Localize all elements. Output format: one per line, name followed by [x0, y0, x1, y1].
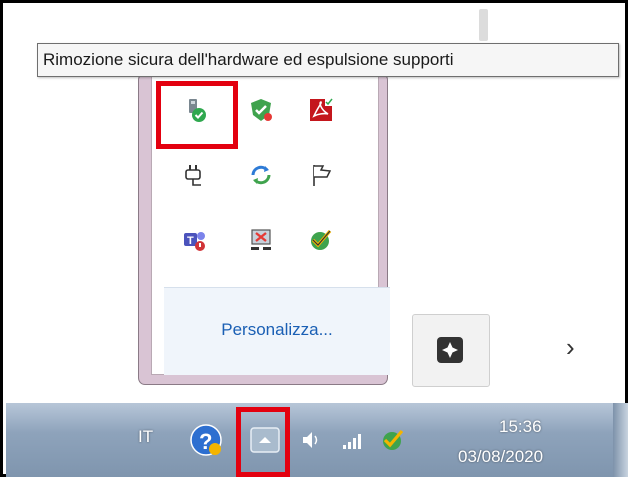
check-badge-icon[interactable]: [380, 427, 406, 453]
tray-footer: Personalizza...: [164, 287, 390, 375]
pin-icon[interactable]: [435, 335, 465, 365]
clock-time[interactable]: 15:36: [499, 417, 542, 437]
clock-date[interactable]: 03/08/2020: [458, 447, 543, 467]
taskbar: IT ? 15:36 03/08/2020: [6, 403, 628, 477]
customize-link[interactable]: Personalizza...: [164, 320, 390, 340]
highlight-safely-remove-icon: [156, 81, 238, 149]
chevron-right-icon[interactable]: ›: [566, 332, 575, 363]
side-panel: [412, 314, 490, 387]
volume-icon[interactable]: [301, 429, 323, 451]
scrollbar-thumb[interactable]: [479, 9, 488, 41]
highlight-show-hidden-icons: [236, 407, 290, 477]
svg-text:T: T: [187, 235, 194, 247]
language-indicator[interactable]: IT: [138, 427, 153, 447]
adobe-acrobat-icon[interactable]: [308, 97, 334, 123]
help-icon[interactable]: ?: [189, 423, 223, 457]
network-disconnected-icon[interactable]: [248, 227, 274, 253]
signal-bars-icon[interactable]: [341, 429, 367, 451]
tooltip: Rimozione sicura dell'hardware ed espuls…: [37, 43, 619, 77]
check-badge-icon[interactable]: [308, 227, 334, 253]
action-center-flag-icon[interactable]: [308, 162, 334, 188]
teams-icon[interactable]: T: [182, 227, 208, 253]
sync-arrows-icon[interactable]: [248, 162, 274, 188]
power-plug-icon[interactable]: [182, 162, 208, 188]
screenshot-frame: › T Personalizza... Rimozione sicura del…: [0, 0, 628, 477]
show-desktop-button[interactable]: [613, 403, 628, 477]
green-shield-status-icon[interactable]: [248, 97, 274, 123]
